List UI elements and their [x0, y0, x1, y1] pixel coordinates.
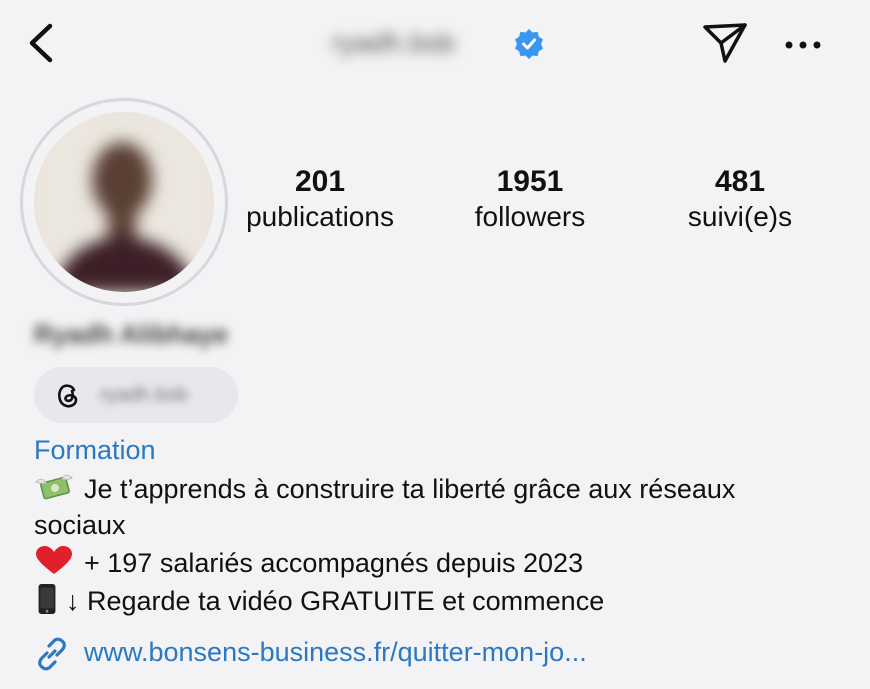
stat-following[interactable]: 481 suivi(e)s: [660, 164, 820, 234]
avatar[interactable]: [34, 112, 214, 292]
followers-label: followers: [474, 201, 586, 232]
bio-text-3: + 197 salariés accompagnés depuis 2023: [84, 548, 584, 578]
bio-line-1: Je t’apprends à construire ta liberté gr…: [34, 471, 735, 507]
direct-message-button[interactable]: [700, 20, 750, 66]
chevron-left-icon: [29, 23, 53, 63]
verified-badge-icon: [514, 29, 544, 59]
stat-followers[interactable]: 1951 followers: [452, 164, 608, 234]
bio-line-4: ↓ Regarde ta vidéo GRATUITE et commence: [34, 583, 604, 619]
bio-text-4: ↓ Regarde ta vidéo GRATUITE et commence: [66, 586, 605, 616]
followers-count: 1951: [496, 165, 564, 198]
threads-icon: [58, 384, 78, 408]
stat-posts[interactable]: 201 publications: [230, 164, 410, 234]
posts-label: publications: [246, 201, 394, 232]
bio-line-2: sociaux: [34, 510, 126, 540]
profile-category[interactable]: Formation: [34, 433, 156, 467]
posts-count: 201: [294, 165, 346, 198]
more-horizontal-icon: [785, 41, 821, 49]
threads-handle: ryadh.bsb: [100, 384, 188, 406]
link-text: www.bonsens-business.fr/quitter-mon-jo..…: [84, 637, 587, 667]
following-count: 481: [714, 165, 766, 198]
link-icon: [38, 637, 66, 671]
threads-badge-button[interactable]: ryadh.bsb: [34, 367, 238, 423]
profile-username: ryadh.bsb: [332, 27, 455, 58]
bio-line-3: + 197 salariés accompagnés depuis 2023: [34, 545, 583, 581]
money-with-wings-icon: [35, 474, 73, 500]
bio-text-1: Je t’apprends à construire ta liberté gr…: [84, 474, 736, 504]
mobile-phone-icon: [38, 584, 56, 614]
profile-photo: [34, 112, 214, 292]
red-heart-icon: [36, 546, 72, 574]
following-label: suivi(e)s: [687, 201, 793, 232]
profile-full-name: Ryadh Alibhaye: [34, 319, 229, 349]
paper-plane-icon: [703, 23, 747, 63]
more-options-button[interactable]: [780, 30, 826, 60]
back-button[interactable]: [22, 20, 62, 66]
top-bar: ryadh.bsb: [0, 0, 870, 90]
